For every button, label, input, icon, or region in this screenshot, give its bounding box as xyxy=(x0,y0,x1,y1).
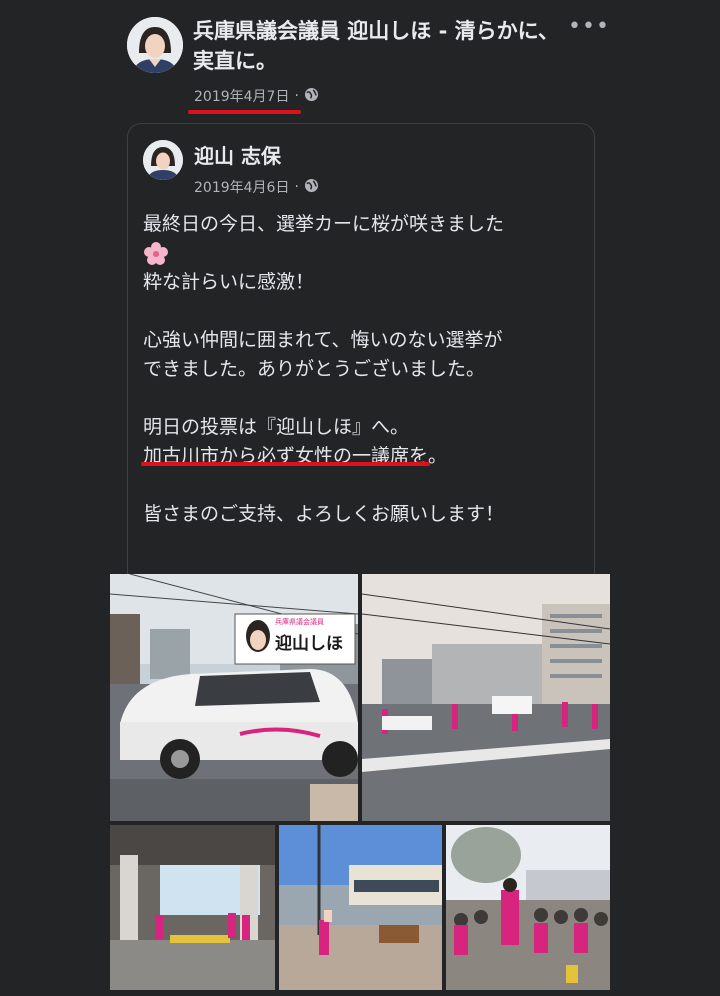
post-line-emoji xyxy=(143,239,583,268)
highlight-red-underline xyxy=(141,462,430,466)
date-red-underline xyxy=(188,110,301,114)
post-meta: 2019年4月7日 · xyxy=(194,86,319,106)
shared-post-meta: 2019年4月6日 · xyxy=(194,177,319,197)
car-sign-small: 兵庫県議会議員 xyxy=(275,617,324,626)
photo-station[interactable] xyxy=(110,825,275,990)
cherry-blossom-icon xyxy=(143,241,169,267)
meta-separator: · xyxy=(294,179,299,195)
car-sign-name: 迎山しほ xyxy=(275,633,343,654)
meta-separator: · xyxy=(294,88,299,104)
page-name[interactable]: 兵庫県議会議員 迎山しほ - 清らかに、実直に。 xyxy=(193,16,563,76)
post-line: 粋な計らいに感激！ xyxy=(143,271,315,293)
globe-icon xyxy=(304,87,319,106)
page-avatar[interactable] xyxy=(127,17,183,73)
post-line: できました。ありがとうございました。 xyxy=(143,358,486,380)
post-body: 最終日の今日、選挙カーに桜が咲きました 粋な計らいに感激！ 心強い仲間に囲まれて… xyxy=(143,210,583,529)
photo-street[interactable] xyxy=(362,574,610,821)
photo-crowd[interactable] xyxy=(446,825,610,990)
photo-campaign-car[interactable]: 迎山しほ 兵庫県議会議員 xyxy=(110,574,358,821)
post-date[interactable]: 2019年4月7日 xyxy=(194,86,289,106)
post-line: 加古川市から必ず女性の一議席を。 xyxy=(143,445,448,467)
post-line-highlight: 明日の投票は『迎山しほ』へ。 xyxy=(143,416,410,438)
post-line: 最終日の今日、選挙カーに桜が咲きました xyxy=(143,213,505,235)
photo-train-street[interactable] xyxy=(279,825,442,990)
author-avatar[interactable] xyxy=(143,140,183,180)
shared-author-name[interactable]: 迎山 志保 xyxy=(194,140,281,169)
post-line: 心強い仲間に囲まれて、悔いのない選挙が xyxy=(143,329,503,351)
post-line: 皆さまのご支持、よろしくお願いします！ xyxy=(143,503,505,525)
more-options-button[interactable]: ••• xyxy=(568,14,610,39)
globe-icon xyxy=(304,178,319,197)
shared-post-date[interactable]: 2019年4月6日 xyxy=(194,177,289,197)
